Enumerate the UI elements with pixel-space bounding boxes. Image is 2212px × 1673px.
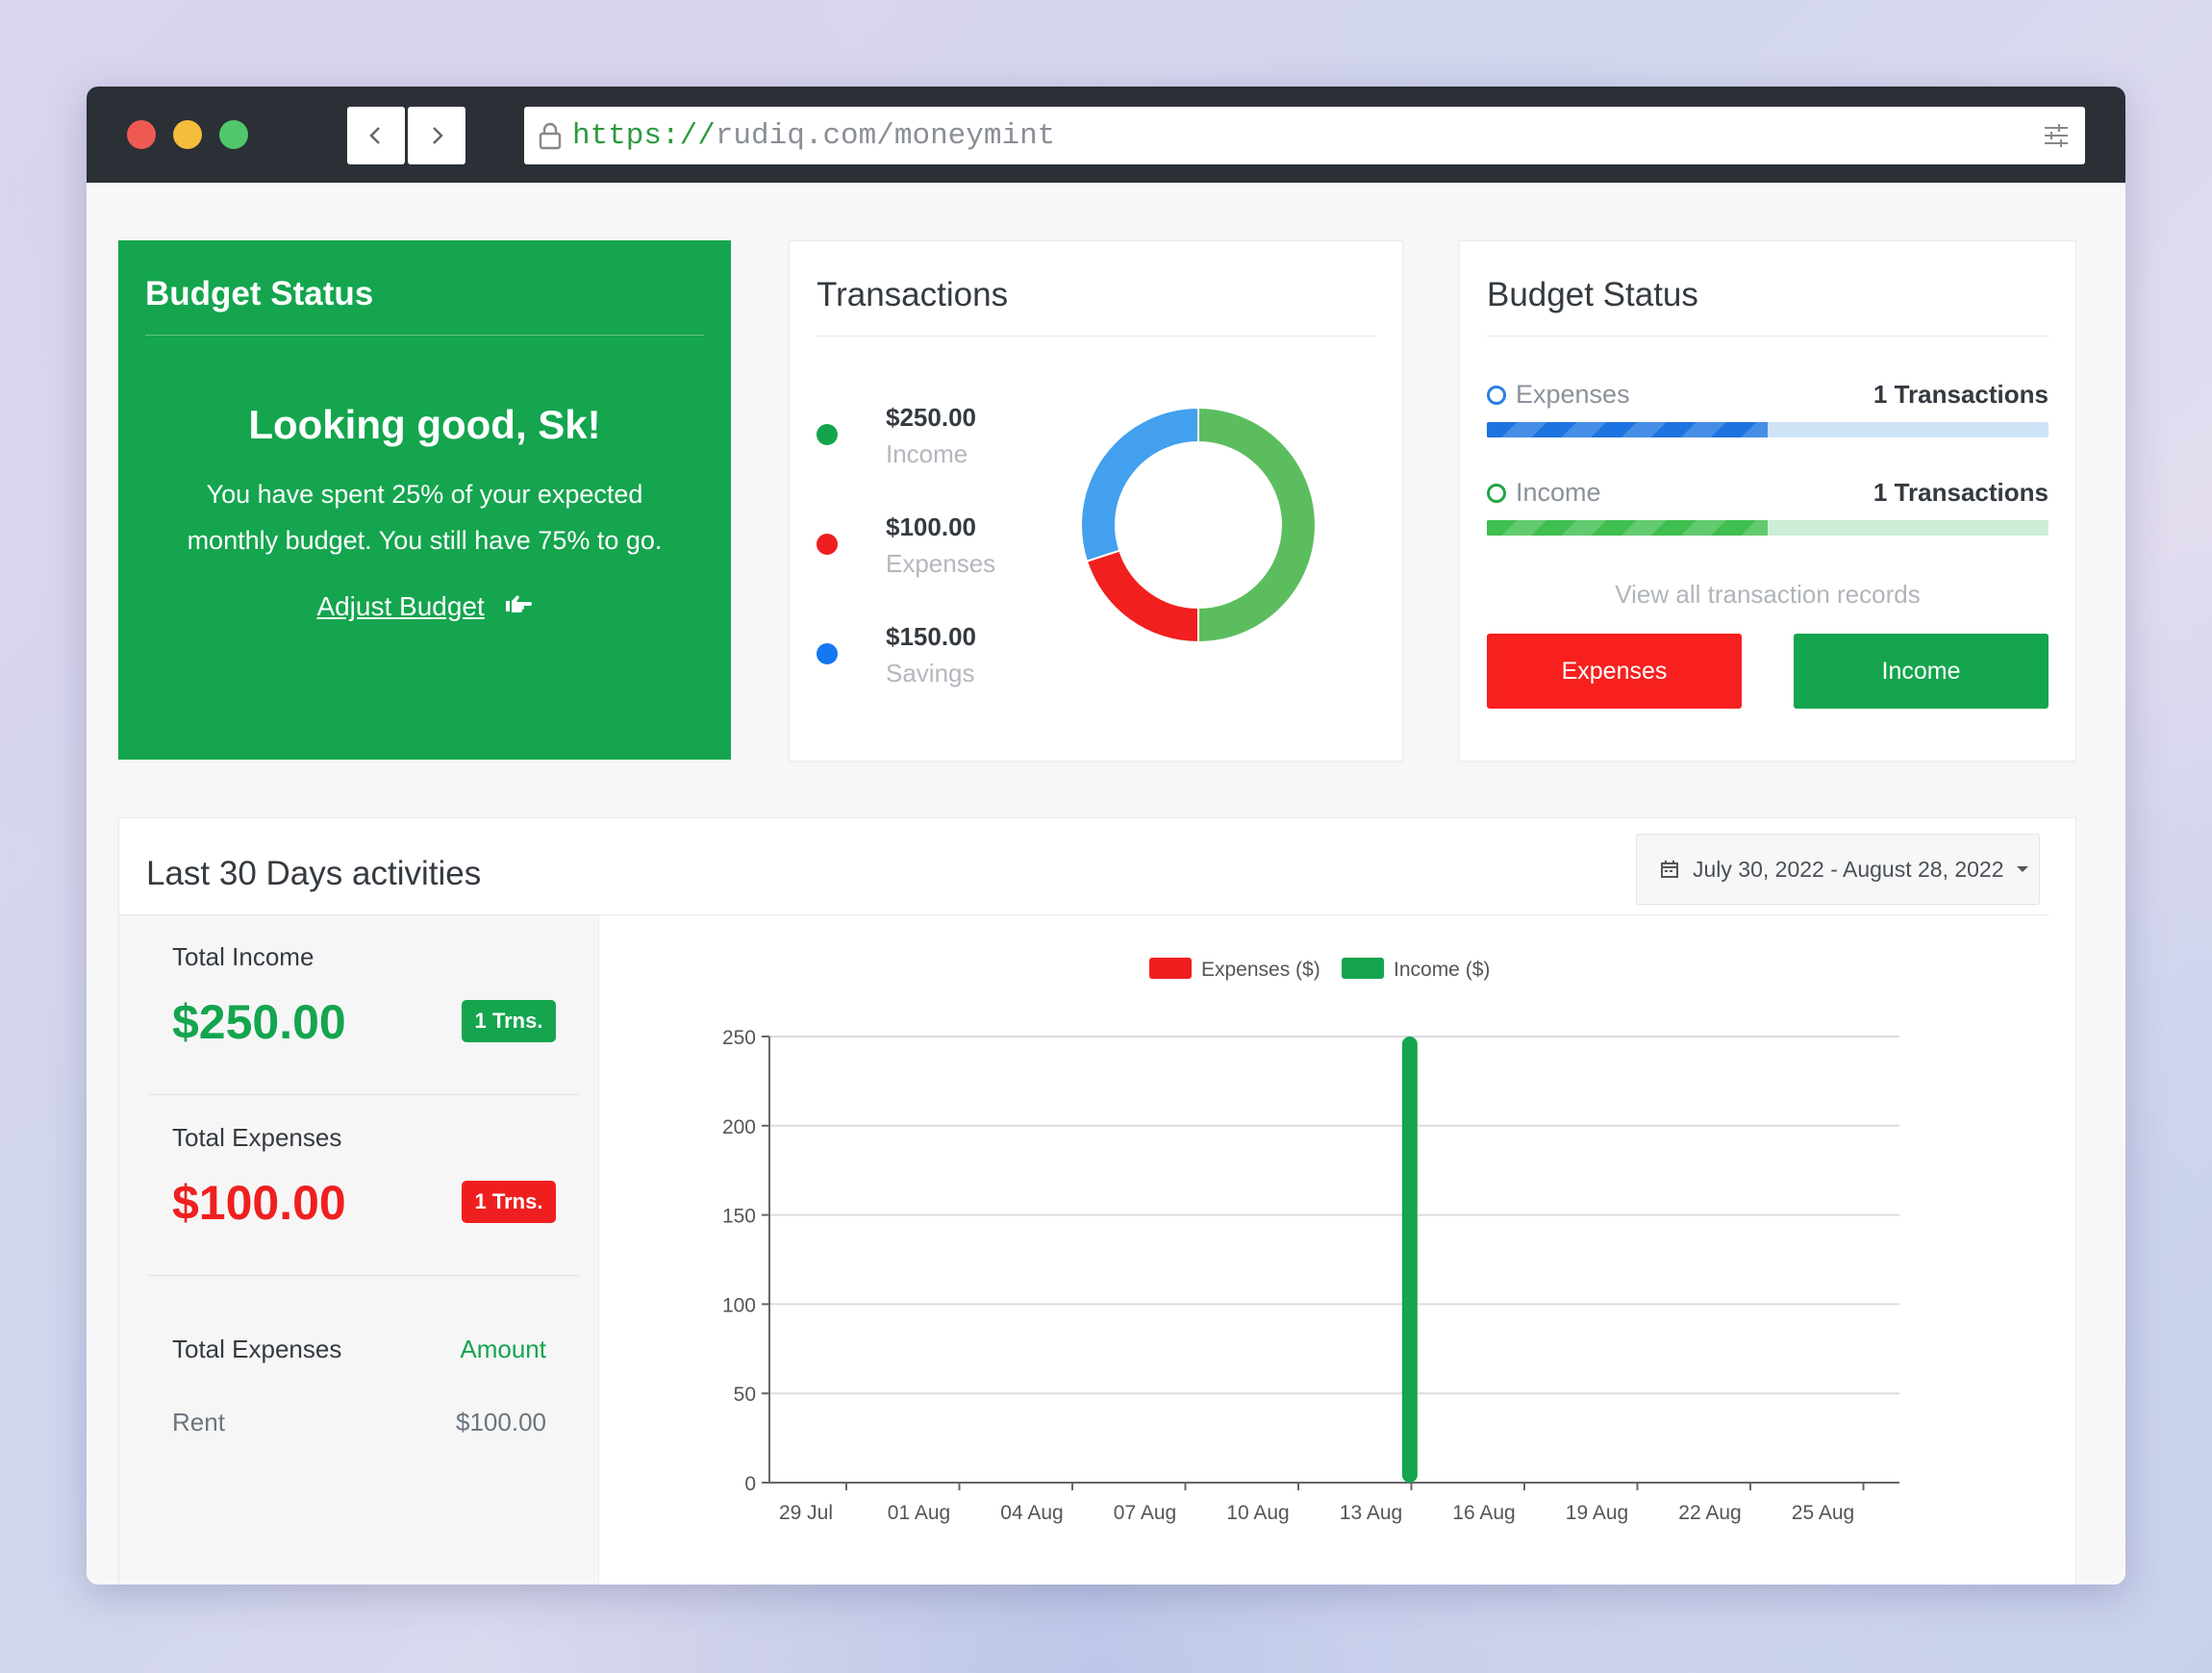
- expenses-transactions-badge: 1 Trns.: [462, 1181, 556, 1223]
- total-income-value: $250.00: [172, 995, 346, 1049]
- expenses-progress-bar: [1487, 422, 2049, 437]
- income-button[interactable]: Income: [1794, 634, 2049, 709]
- sliders-icon: [2045, 124, 2068, 147]
- donut-slice-income: [1197, 406, 1317, 644]
- close-window-dot[interactable]: [127, 120, 156, 149]
- savings-amount: $150.00: [886, 622, 976, 651]
- income-transactions-badge: 1 Trns.: [462, 1000, 556, 1042]
- expenses-button[interactable]: Expenses: [1487, 634, 1742, 709]
- total-income-label: Total Income: [172, 942, 314, 971]
- budget-status-card: Budget Status Expenses 1 Transactions In…: [1459, 240, 2076, 762]
- savings-label: Savings: [886, 659, 975, 687]
- expenses-table-header-name: Total Expenses: [172, 1335, 342, 1363]
- budget-summary-card: Budget Status Looking good, Sk! You have…: [118, 240, 731, 760]
- x-tick-label: 01 Aug: [888, 1502, 950, 1524]
- x-tick-label: 19 Aug: [1566, 1502, 1628, 1524]
- url-scheme: https://: [572, 118, 716, 153]
- x-tick-label: 13 Aug: [1340, 1502, 1402, 1524]
- y-tick-label: 0: [744, 1473, 756, 1495]
- activity-bar-chart: 0 50 100 150 200 250 29 Jul 01 Aug 04 Aug 07 Aug 1…: [722, 958, 1899, 1524]
- income-status-label: Income: [1516, 478, 1601, 507]
- budget-status-title: Budget Status: [1487, 276, 1698, 313]
- forward-button[interactable]: [408, 107, 465, 164]
- activities-title: Last 30 Days activities: [146, 855, 482, 892]
- lock-icon: [538, 121, 563, 150]
- browser-titlebar: https://rudiq.com/moneymint: [87, 87, 2125, 183]
- divider: [145, 335, 704, 336]
- expenses-status-label-wrap: Expenses: [1487, 380, 1630, 410]
- maximize-window-dot[interactable]: [219, 120, 248, 149]
- legend-dot-savings: [817, 643, 838, 664]
- date-range-picker[interactable]: July 30, 2022 - August 28, 2022: [1636, 834, 2040, 905]
- y-tick-label: 50: [734, 1384, 756, 1406]
- donut-slice-expenses: [1085, 549, 1199, 644]
- back-button[interactable]: [347, 107, 405, 164]
- activities-card: Last 30 Days activities July 30, 2022 - …: [118, 817, 2076, 1585]
- browser-window: https://rudiq.com/moneymint Budget Statu…: [87, 87, 2125, 1585]
- legend-swatch-income: [1342, 958, 1384, 979]
- budget-message: You have spent 25% of your expected mont…: [187, 480, 663, 555]
- income-amount: $250.00: [886, 403, 976, 432]
- url-path: rudiq.com/moneymint: [715, 118, 1056, 153]
- donut-slice-savings: [1080, 406, 1199, 562]
- chevron-right-icon: [433, 127, 443, 144]
- calendar-icon: [1661, 861, 1678, 878]
- income-progress-fill: [1487, 520, 1768, 536]
- budget-summary-title: Budget Status: [145, 275, 374, 312]
- circle-icon: [1487, 385, 1506, 405]
- transactions-title: Transactions: [817, 276, 1009, 313]
- expenses-status-label: Expenses: [1516, 380, 1630, 409]
- expenses-table-header-amount: Amount: [460, 1335, 546, 1363]
- total-expenses-value: $100.00: [172, 1176, 346, 1230]
- income-label: Income: [886, 439, 968, 468]
- total-expenses-label: Total Expenses: [172, 1123, 342, 1152]
- y-tick-label: 100: [722, 1294, 756, 1316]
- view-all-transactions-link[interactable]: View all transaction records: [1460, 580, 2075, 610]
- legend-swatch-expenses: [1149, 958, 1192, 979]
- expenses-progress-fill: [1487, 422, 1768, 437]
- x-tick-label: 22 Aug: [1678, 1502, 1741, 1524]
- x-tick-label: 16 Aug: [1452, 1502, 1515, 1524]
- x-tick-label: 25 Aug: [1792, 1502, 1854, 1524]
- chevron-left-icon: [369, 127, 380, 144]
- divider: [148, 1275, 579, 1276]
- browser-settings-button[interactable]: [2027, 107, 2085, 164]
- x-tick-label: 10 Aug: [1226, 1502, 1289, 1524]
- income-status-label-wrap: Income: [1487, 478, 1601, 508]
- adjust-budget-link[interactable]: Adjust Budget: [118, 591, 731, 622]
- legend-label-income: Income ($): [1394, 959, 1490, 981]
- transactions-card: Transactions $250.00 Income $100.00 Expe…: [789, 240, 1403, 762]
- expenses-amount: $100.00: [886, 512, 976, 541]
- legend-dot-income: [817, 424, 838, 445]
- transactions-donut-chart: [1080, 406, 1317, 644]
- page-content: Budget Status Looking good, Sk! You have…: [87, 183, 2125, 1585]
- minimize-window-dot[interactable]: [173, 120, 202, 149]
- address-bar[interactable]: https://rudiq.com/moneymint: [524, 107, 2073, 164]
- expenses-transaction-count: 1 Transactions: [1873, 380, 2049, 409]
- expenses-label: Expenses: [886, 549, 996, 578]
- divider: [148, 1094, 579, 1095]
- y-tick-label: 150: [722, 1206, 756, 1228]
- adjust-budget-label: Adjust Budget: [316, 591, 485, 621]
- legend-label-expenses: Expenses ($): [1201, 959, 1320, 981]
- circle-icon: [1487, 483, 1506, 503]
- bar-income: [1401, 1036, 1418, 1483]
- expense-row-name: Rent: [172, 1408, 225, 1436]
- activities-summary-panel: Total Income $250.00 1 Trns. Total Expen…: [119, 915, 599, 1585]
- expense-row-amount: $100.00: [456, 1408, 546, 1436]
- date-range-label: July 30, 2022 - August 28, 2022: [1693, 856, 2004, 882]
- x-tick-label: 07 Aug: [1114, 1502, 1176, 1524]
- divider: [817, 336, 1375, 337]
- legend-dot-expenses: [817, 534, 838, 555]
- y-tick-label: 250: [722, 1027, 756, 1049]
- income-transaction-count: 1 Transactions: [1873, 478, 2049, 507]
- divider: [1487, 336, 2049, 337]
- y-tick-label: 200: [722, 1116, 756, 1138]
- income-progress-bar: [1487, 520, 2049, 536]
- x-tick-label: 04 Aug: [1000, 1502, 1063, 1524]
- caret-down-icon: [2016, 866, 2028, 872]
- budget-headline: Looking good, Sk!: [248, 402, 601, 447]
- hand-pointing-icon: [505, 595, 532, 612]
- x-tick-label: 29 Jul: [779, 1502, 833, 1524]
